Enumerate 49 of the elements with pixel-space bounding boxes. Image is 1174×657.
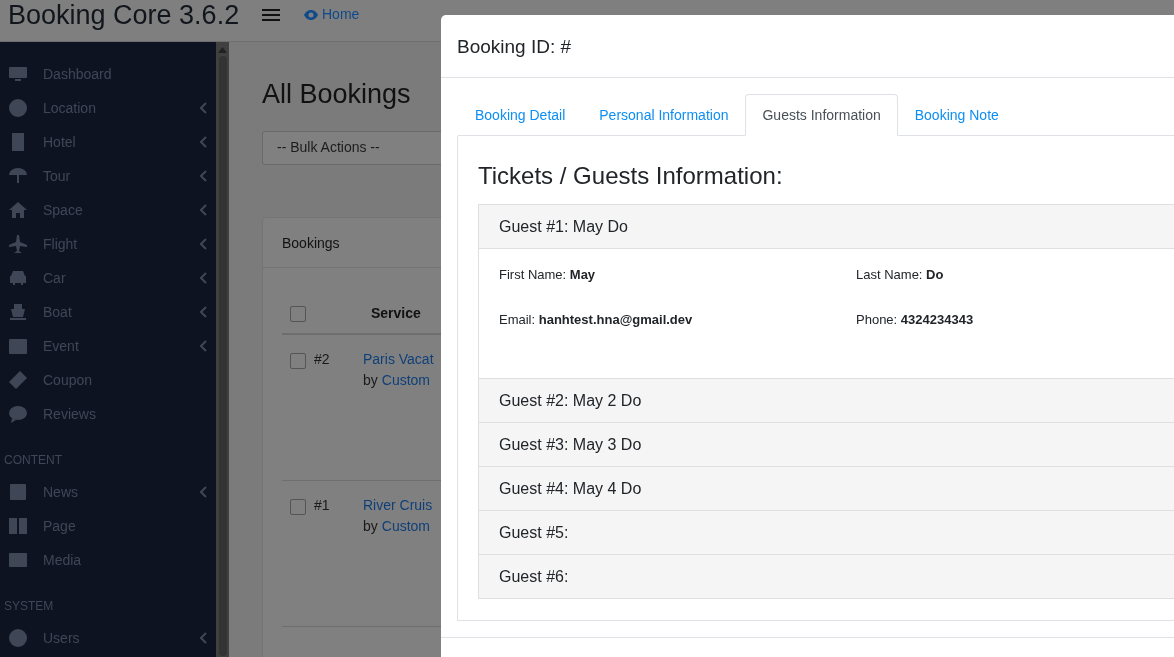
booking-id: #1 [314, 495, 331, 515]
guest-field: First Name: May [499, 267, 596, 282]
guest-header[interactable]: Guest #1: May Do [479, 205, 1174, 249]
chevron-left-icon [200, 272, 208, 284]
ticket-icon [8, 370, 28, 390]
select-all-checkbox[interactable] [290, 305, 306, 322]
page-title: All Bookings [262, 78, 411, 111]
guest-field: Email: hanhtest.hna@gmail.dev [499, 312, 693, 327]
monitor-icon [8, 64, 28, 84]
guest-header[interactable]: Guest #4: May 4 Do [479, 466, 1174, 510]
umbrella-icon [8, 166, 28, 186]
speech-bubble-icon [8, 404, 28, 424]
chevron-left-icon [200, 238, 208, 250]
customer-link[interactable]: Custom [381, 515, 431, 537]
by-label: by [363, 516, 378, 536]
home-icon [8, 200, 28, 220]
tab[interactable]: Personal Information [582, 94, 746, 136]
ship-icon [8, 302, 28, 322]
airplane-icon [8, 234, 28, 254]
column-header: Service [371, 304, 421, 323]
service-link[interactable]: River Cruis [363, 494, 433, 516]
tab[interactable]: Booking Note [897, 94, 1016, 136]
chevron-left-icon [200, 136, 208, 148]
guest-header[interactable]: Guest #6: [479, 554, 1174, 598]
chevron-left-icon [200, 486, 208, 498]
customer-link[interactable]: Custom [381, 369, 431, 391]
chevron-left-icon [200, 170, 208, 182]
chevron-left-icon [200, 632, 208, 644]
by-label: by [363, 370, 378, 390]
home-link[interactable]: Home [304, 0, 360, 25]
chevron-left-icon [200, 204, 208, 216]
guest-field: Phone: 4324234343 [856, 312, 974, 327]
modal-title: Booking ID: # [457, 36, 572, 57]
service-link[interactable]: Paris Vacat [363, 348, 434, 370]
car-icon [8, 268, 28, 288]
chevron-left-icon [200, 102, 208, 114]
eye-icon [304, 9, 318, 20]
row-checkbox[interactable] [290, 498, 306, 515]
tab[interactable]: Guests Information [745, 94, 898, 136]
guest-field: Last Name: Do [856, 267, 944, 282]
app-title: Booking Core 3.6.2 [7, 0, 241, 30]
chevron-left-icon [200, 306, 208, 318]
guest-header[interactable]: Guest #3: May 3 Do [479, 422, 1174, 466]
row-checkbox[interactable] [290, 352, 306, 369]
booking-id: #2 [314, 349, 331, 369]
card-title: Bookings [282, 234, 340, 251]
guest-header[interactable]: Guest #5: [479, 510, 1174, 554]
chevron-left-icon [200, 340, 208, 352]
guest-header[interactable]: Guest #2: May 2 Do [479, 378, 1174, 422]
